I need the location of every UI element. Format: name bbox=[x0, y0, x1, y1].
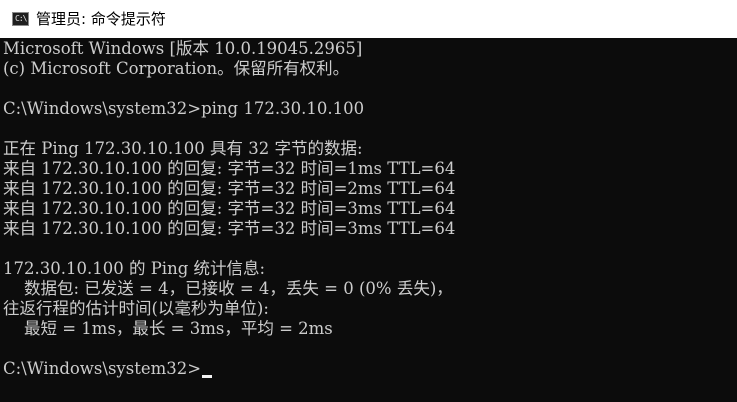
command-input-line[interactable]: C:\Windows\system32> bbox=[3, 359, 737, 379]
console-line: 正在 Ping 172.30.10.100 具有 32 字节的数据: bbox=[3, 139, 363, 158]
cmd-icon[interactable]: C:\ bbox=[12, 12, 29, 26]
console-line: 来自 172.30.10.100 的回复: 字节=32 时间=2ms TTL=6… bbox=[3, 179, 456, 198]
cmd-icon-glyph: C:\ bbox=[15, 14, 27, 23]
console-line: 来自 172.30.10.100 的回复: 字节=32 时间=1ms TTL=6… bbox=[3, 159, 456, 178]
console-line: 来自 172.30.10.100 的回复: 字节=32 时间=3ms TTL=6… bbox=[3, 199, 456, 218]
console-line: (c) Microsoft Corporation。保留所有权利。 bbox=[3, 59, 350, 78]
console-line: 来自 172.30.10.100 的回复: 字节=32 时间=3ms TTL=6… bbox=[3, 219, 456, 238]
console-line: 往返行程的估计时间(以毫秒为单位): bbox=[3, 299, 269, 318]
console-output[interactable]: Microsoft Windows [版本 10.0.19045.2965] (… bbox=[0, 38, 737, 402]
text-cursor bbox=[202, 375, 213, 378]
console-line: C:\Windows\system32>ping 172.30.10.100 bbox=[3, 99, 365, 118]
console-line: 数据包: 已发送 = 4，已接收 = 4，丢失 = 0 (0% 丢失)， bbox=[3, 279, 453, 298]
command-prompt: C:\Windows\system32> bbox=[3, 359, 202, 378]
command-prompt-window: C:\ 管理员: 命令提示符 Microsoft Windows [版本 10.… bbox=[0, 0, 737, 402]
console-line: Microsoft Windows [版本 10.0.19045.2965] bbox=[3, 39, 363, 58]
console-line: 172.30.10.100 的 Ping 统计信息: bbox=[3, 259, 266, 278]
console-line: 最短 = 1ms，最长 = 3ms，平均 = 2ms bbox=[3, 319, 333, 338]
window-title: 管理员: 命令提示符 bbox=[36, 10, 166, 28]
title-bar[interactable]: C:\ 管理员: 命令提示符 bbox=[0, 0, 737, 38]
